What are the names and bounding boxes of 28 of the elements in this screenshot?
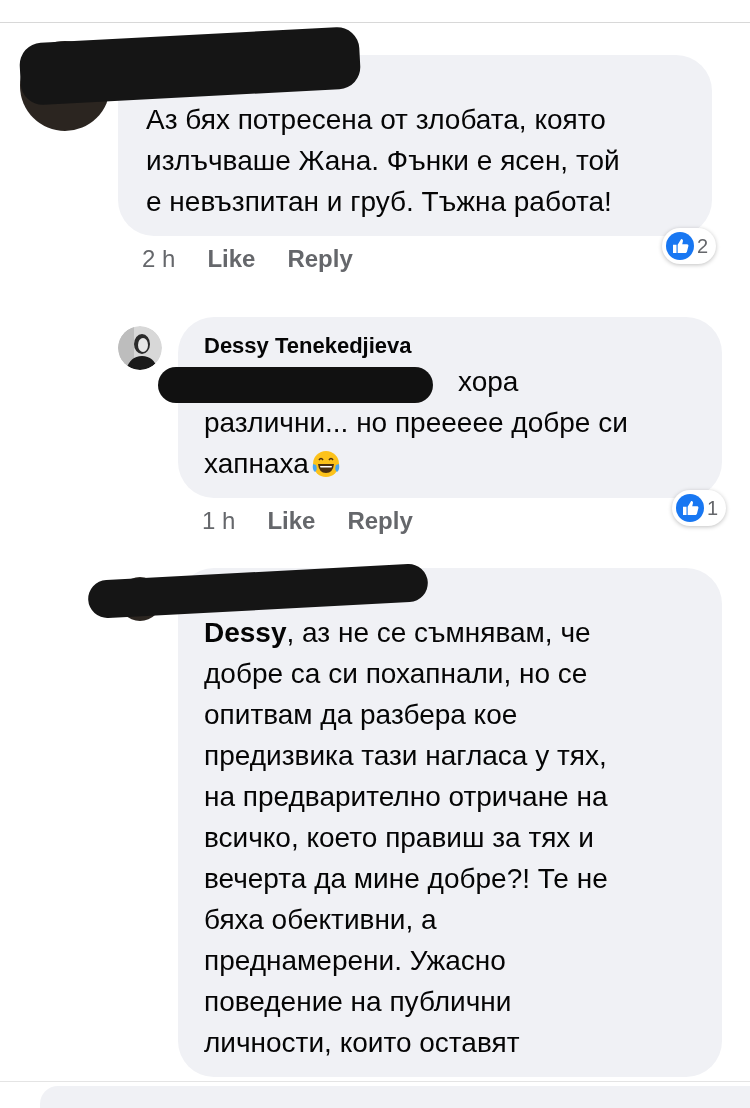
comment-text: хора bbox=[458, 365, 519, 399]
timestamp: 2 h bbox=[142, 244, 176, 274]
thumbs-up-icon bbox=[665, 232, 694, 260]
comment-text: поведение на публични bbox=[204, 985, 512, 1019]
timestamp: 1 h bbox=[202, 506, 236, 536]
comment-text: всичко, което правиш за тях и bbox=[204, 821, 594, 855]
comment-text: преднамерени. Ужасно bbox=[204, 944, 506, 978]
comment-text: различни... но преееее добре си bbox=[204, 406, 628, 440]
comment-text: добре са си похапнали, но се bbox=[204, 657, 588, 691]
comment-action-link[interactable]: Reply bbox=[347, 506, 413, 536]
comment-text: Dessy, аз не се съмнявам, че bbox=[204, 616, 591, 650]
comment-text: излъчваше Жана. Фънки е ясен, той bbox=[146, 144, 620, 178]
reaction-count[interactable]: 1 bbox=[671, 490, 726, 526]
comment-action-link[interactable]: Reply bbox=[287, 244, 353, 274]
thumbs-up-icon bbox=[675, 494, 704, 522]
comment-text: хапнаха bbox=[204, 447, 309, 481]
comment-text: опитвам да разбера кое bbox=[204, 698, 518, 732]
comment-text: бяха обективни, а bbox=[204, 903, 437, 937]
comment-action-link[interactable]: Like bbox=[267, 506, 316, 536]
comment-text: е невъзпитан и груб. Тъжна работа! bbox=[146, 185, 612, 219]
comment-text: на предварително отричане на bbox=[204, 780, 608, 814]
comment-text: личности, които оставят bbox=[204, 1026, 520, 1060]
comment-action-link[interactable]: Like bbox=[207, 244, 256, 274]
comment-text: предизвика тази нагласа у тях, bbox=[204, 739, 607, 773]
comment-text: вечерта да мине добре?! Те не bbox=[204, 862, 608, 896]
author-name[interactable]: Dessy Tenekedjieva bbox=[204, 331, 692, 361]
comment-text: Аз бях потресена от злобата, която bbox=[146, 103, 606, 137]
reaction-count[interactable]: 2 bbox=[661, 228, 716, 264]
